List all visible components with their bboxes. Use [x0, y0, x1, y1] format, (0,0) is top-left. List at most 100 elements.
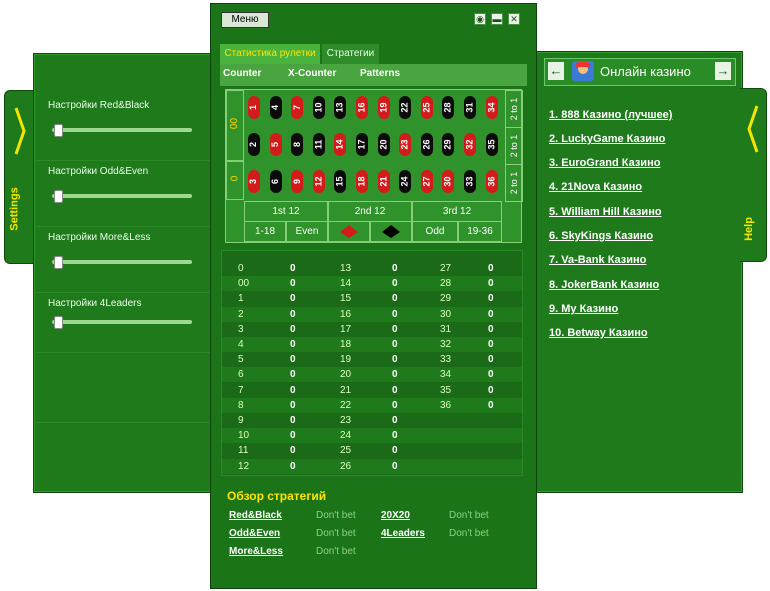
counter-value: 0: [392, 399, 398, 411]
roulette-number-35[interactable]: 35: [485, 133, 498, 156]
setting-label: Настройки 4Leaders: [48, 298, 142, 309]
menu-button[interactable]: Меню: [221, 12, 269, 28]
roulette-number-13[interactable]: 13: [334, 96, 347, 119]
strategy-link[interactable]: More&Less: [229, 546, 283, 557]
roulette-number-19[interactable]: 19: [377, 96, 390, 119]
roulette-number-1[interactable]: 1: [248, 96, 260, 119]
casino-link[interactable]: 5. William Hill Казино: [549, 206, 662, 218]
casino-link[interactable]: 9. My Казино: [549, 303, 618, 315]
roulette-number-12[interactable]: 12: [312, 170, 325, 193]
slider-thumb[interactable]: [54, 124, 63, 137]
minimize-icon[interactable]: ▬: [491, 13, 503, 25]
subtab-counter[interactable]: Counter: [223, 68, 261, 79]
zero-cell-00[interactable]: 00: [226, 90, 244, 161]
roulette-table: 00 0 3 6 9 12 15 18 21 24 27 30 33 36 2 5 8 11 14 17 20 23 2…: [225, 89, 523, 243]
subtab-patterns[interactable]: Patterns: [360, 68, 400, 79]
casino-header: ← Онлайн казино →: [544, 58, 736, 86]
setting-slider[interactable]: [52, 124, 192, 137]
subtab-x-counter[interactable]: X-Counter: [288, 68, 336, 79]
roulette-number-14[interactable]: 14: [334, 133, 347, 156]
dozen-2nd[interactable]: 2nd 12: [328, 201, 412, 222]
roulette-number-26[interactable]: 26: [420, 133, 433, 156]
column-bet-middle[interactable]: 2 to 1: [505, 127, 523, 165]
roulette-number-23[interactable]: 23: [399, 133, 412, 156]
counter-number: 32: [440, 339, 452, 350]
roulette-number-27[interactable]: 27: [420, 170, 433, 193]
roulette-number-2[interactable]: 2: [248, 133, 260, 156]
slider-thumb[interactable]: [54, 256, 63, 269]
roulette-number-29[interactable]: 29: [442, 133, 455, 156]
roulette-number-9[interactable]: 9: [291, 170, 304, 193]
pin-icon[interactable]: ◉: [474, 13, 486, 25]
roulette-number-30[interactable]: 30: [442, 170, 455, 193]
bet-red[interactable]: [328, 221, 370, 242]
setting-slider[interactable]: [52, 190, 192, 203]
strategy-link[interactable]: Odd&Even: [229, 528, 280, 539]
arrow-right-icon[interactable]: →: [715, 62, 731, 80]
casino-link[interactable]: 10. Betway Казино: [549, 327, 648, 339]
strategy-link[interactable]: 4Leaders: [381, 528, 425, 539]
bet-1-18[interactable]: 1-18: [244, 221, 286, 242]
strategy-status: Don't bet: [316, 510, 356, 521]
dozen-3rd[interactable]: 3rd 12: [412, 201, 502, 222]
casino-link[interactable]: 6. SkyKings Казино: [549, 230, 653, 242]
roulette-number-15[interactable]: 15: [334, 170, 347, 193]
dozen-1st[interactable]: 1st 12: [244, 201, 328, 222]
counter-number: 5: [238, 354, 244, 366]
roulette-number-24[interactable]: 24: [399, 170, 412, 193]
roulette-number-25[interactable]: 25: [420, 96, 433, 119]
roulette-number-21[interactable]: 21: [377, 170, 390, 193]
roulette-number-11[interactable]: 11: [312, 133, 325, 156]
casino-title: Онлайн казино: [600, 64, 691, 79]
column-bet-top[interactable]: 2 to 1: [505, 90, 523, 128]
casino-link[interactable]: 7. Va-Bank Казино: [549, 254, 646, 266]
casino-link[interactable]: 8. JokerBank Казино: [549, 279, 659, 291]
roulette-number-6[interactable]: 6: [269, 170, 282, 193]
bet-black[interactable]: [370, 221, 412, 242]
roulette-number-32[interactable]: 32: [464, 133, 476, 156]
roulette-number-4[interactable]: 4: [269, 96, 282, 119]
roulette-number-3[interactable]: 3: [248, 170, 260, 193]
roulette-number-22[interactable]: 22: [399, 96, 412, 119]
setting-label: Настройки Red&Black: [48, 100, 150, 111]
slider-thumb[interactable]: [54, 190, 63, 203]
roulette-number-5[interactable]: 5: [269, 133, 282, 156]
casino-link[interactable]: 1. 888 Казино (лучшее): [549, 109, 672, 121]
roulette-number-31[interactable]: 31: [464, 96, 476, 119]
counter-row: 10 0 24 0: [222, 428, 522, 444]
setting-slider[interactable]: [52, 256, 192, 269]
counter-number: 33: [440, 354, 452, 366]
roulette-number-18[interactable]: 18: [356, 170, 368, 193]
roulette-number-7[interactable]: 7: [291, 96, 304, 119]
bet-odd[interactable]: Odd: [412, 221, 458, 242]
strategy-link[interactable]: 20X20: [381, 510, 410, 521]
tab-strategies[interactable]: Стратегии: [322, 44, 379, 64]
counter-value: 0: [392, 354, 398, 366]
roulette-number-8[interactable]: 8: [291, 133, 304, 156]
roulette-number-33[interactable]: 33: [464, 170, 476, 193]
help-tab[interactable]: Help: [740, 88, 767, 262]
counter-value: 0: [392, 308, 398, 320]
casino-link[interactable]: 4. 21Nova Казино: [549, 181, 642, 193]
roulette-number-28[interactable]: 28: [442, 96, 455, 119]
bet-19-36[interactable]: 19-36: [458, 221, 502, 242]
setting-slider[interactable]: [52, 316, 192, 329]
slider-thumb[interactable]: [54, 316, 63, 329]
counter-number: 18: [340, 339, 352, 350]
column-bet-bottom[interactable]: 2 to 1: [505, 164, 523, 202]
roulette-number-34[interactable]: 34: [485, 96, 498, 119]
chevron-left-icon: [747, 105, 759, 153]
roulette-number-36[interactable]: 36: [485, 170, 498, 193]
close-icon[interactable]: ✕: [508, 13, 520, 25]
settings-tab[interactable]: Settings: [4, 90, 35, 264]
roulette-number-10[interactable]: 10: [312, 96, 325, 119]
strategy-link[interactable]: Red&Black: [229, 510, 282, 521]
arrow-left-icon[interactable]: ←: [548, 62, 564, 80]
tab-roulette-stats[interactable]: Статистика рулетки: [220, 44, 320, 64]
casino-link[interactable]: 3. EuroGrand Казино: [549, 157, 660, 169]
casino-link[interactable]: 2. LuckyGame Казино: [549, 133, 665, 145]
roulette-number-16[interactable]: 16: [356, 96, 368, 119]
bet-even[interactable]: Even: [286, 221, 328, 242]
roulette-number-17[interactable]: 17: [356, 133, 368, 156]
roulette-number-20[interactable]: 20: [377, 133, 390, 156]
